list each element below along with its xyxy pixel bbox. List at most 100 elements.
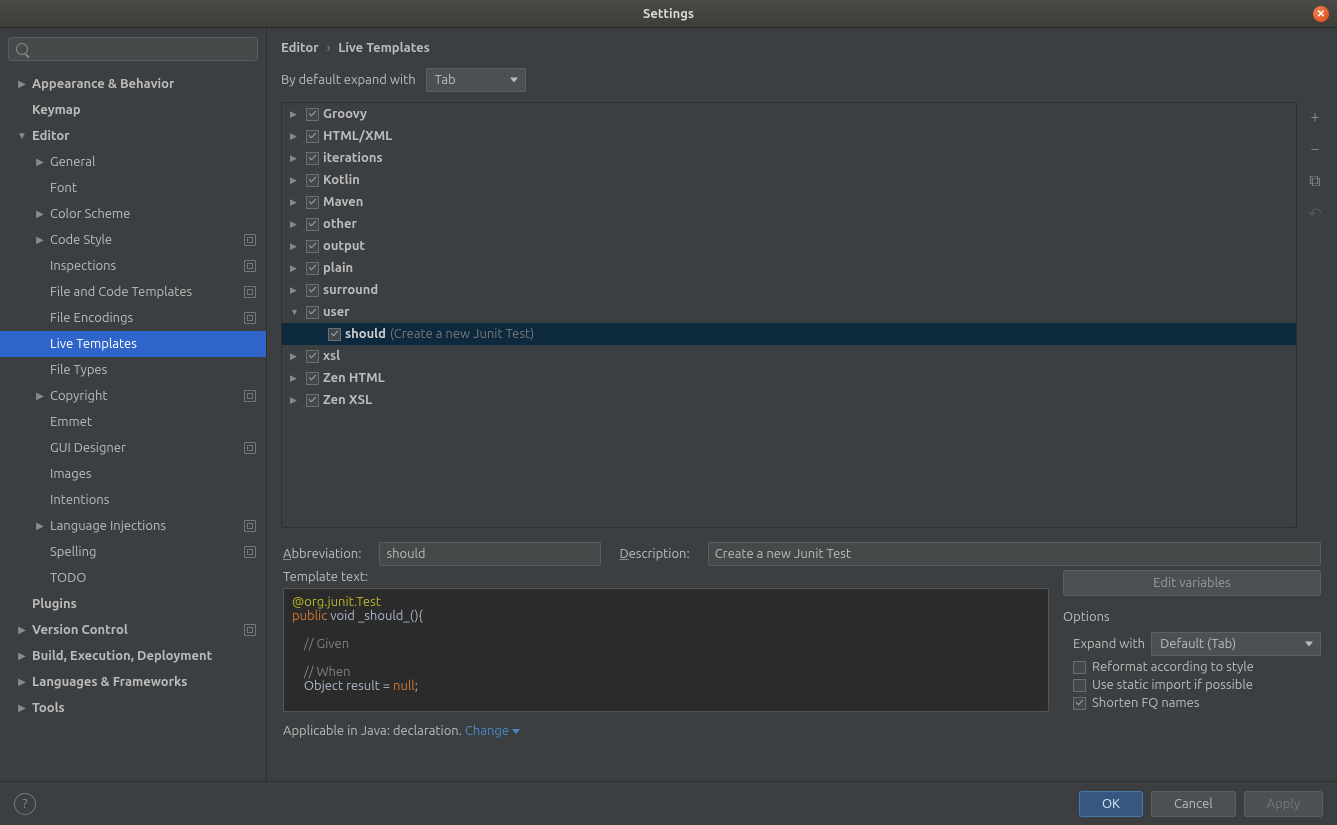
edit-variables-button[interactable]: Edit variables: [1063, 570, 1321, 596]
sidebar-item[interactable]: ▶Code Style: [0, 227, 266, 253]
sidebar-item[interactable]: ▶Plugins: [0, 591, 266, 617]
template-row[interactable]: ▼✓user: [282, 301, 1296, 323]
sidebar-item[interactable]: ▶ General: [0, 149, 266, 175]
close-icon[interactable]: ✕: [1313, 6, 1329, 22]
ok-button[interactable]: OK: [1079, 791, 1143, 817]
template-checkbox[interactable]: ✓: [306, 262, 319, 275]
template-checkbox[interactable]: ✓: [306, 218, 319, 231]
template-row[interactable]: ▶✓surround: [282, 279, 1296, 301]
template-row[interactable]: ▶✓output: [282, 235, 1296, 257]
chevron-icon: ▶: [16, 650, 28, 662]
sidebar-item[interactable]: ▶File Types: [0, 357, 266, 383]
sidebar-item[interactable]: ▶Build, Execution, Deployment: [0, 643, 266, 669]
template-row[interactable]: ▶✓iterations: [282, 147, 1296, 169]
duplicate-icon[interactable]: ⧉: [1306, 172, 1324, 190]
template-label: surround: [323, 283, 378, 297]
sidebar-item[interactable]: ▼Editor: [0, 123, 266, 149]
template-checkbox[interactable]: ✓: [306, 108, 319, 121]
sidebar: ▶ Appearance & Behavior ▶Keymap▼Editor ▶ Gen…: [0, 28, 267, 781]
template-checkbox[interactable]: ✓: [306, 394, 319, 407]
sidebar-item[interactable]: ▶Spelling: [0, 539, 266, 565]
revert-icon[interactable]: ↶: [1306, 204, 1324, 222]
sidebar-item[interactable]: ▶Font: [0, 175, 266, 201]
reformat-row[interactable]: Reformat according to style: [1063, 660, 1321, 674]
sidebar-item[interactable]: ▶Color Scheme: [0, 201, 266, 227]
template-row[interactable]: ▶✓Zen HTML: [282, 367, 1296, 389]
template-checkbox[interactable]: ✓: [306, 240, 319, 253]
template-checkbox[interactable]: ✓: [306, 284, 319, 297]
template-row[interactable]: ✓should (Create a new Junit Test): [282, 323, 1296, 345]
sidebar-item[interactable]: ▶Intentions: [0, 487, 266, 513]
template-row[interactable]: ▶✓Maven: [282, 191, 1296, 213]
sidebar-item[interactable]: ▶Images: [0, 461, 266, 487]
static-import-checkbox[interactable]: [1073, 679, 1086, 692]
sidebar-item[interactable]: ▶Version Control: [0, 617, 266, 643]
template-form: Abbreviation: Description:: [267, 528, 1337, 570]
chevron-icon: ▶: [290, 109, 302, 120]
template-checkbox[interactable]: ✓: [306, 372, 319, 385]
chevron-icon: ▶: [34, 390, 46, 402]
chevron-icon: ▶: [290, 373, 302, 384]
sidebar-item-label: File and Code Templates: [50, 285, 192, 299]
template-row[interactable]: ▶✓Groovy: [282, 103, 1296, 125]
sidebar-item[interactable]: ▶Inspections: [0, 253, 266, 279]
template-label: other: [323, 217, 357, 231]
template-row[interactable]: ▶✓HTML/XML: [282, 125, 1296, 147]
abbrev-input[interactable]: [379, 542, 601, 566]
apply-button[interactable]: Apply: [1244, 791, 1323, 817]
template-checkbox[interactable]: ✓: [306, 350, 319, 363]
expand-with-row: Expand with Default (Tab): [1063, 632, 1321, 656]
search-input[interactable]: [8, 37, 258, 61]
sidebar-item-label: General: [50, 155, 95, 169]
project-scope-icon: [244, 286, 256, 298]
sidebar-item[interactable]: ▶Keymap: [0, 97, 266, 123]
chevron-icon: ▶: [290, 153, 302, 164]
sidebar-item[interactable]: ▶Languages & Frameworks: [0, 669, 266, 695]
settings-tree[interactable]: ▶ Appearance & Behavior ▶Keymap▼Editor ▶ Gen…: [0, 67, 266, 781]
sidebar-item[interactable]: ▶TODO: [0, 565, 266, 591]
cancel-button[interactable]: Cancel: [1151, 791, 1236, 817]
applicable-row: Applicable in Java: declaration. Change: [267, 714, 1337, 748]
template-row[interactable]: ▶✓Kotlin: [282, 169, 1296, 191]
sidebar-item-label: Copyright: [50, 389, 108, 403]
expand-with-combo[interactable]: Default (Tab): [1151, 632, 1321, 656]
sidebar-item[interactable]: ▶ Appearance & Behavior: [0, 71, 266, 97]
template-text-editor[interactable]: @org.junit.Test public void _should_(){ …: [283, 588, 1049, 712]
chevron-icon: ▶: [16, 78, 28, 90]
project-scope-icon: [244, 546, 256, 558]
reformat-checkbox[interactable]: [1073, 661, 1086, 674]
template-checkbox[interactable]: ✓: [306, 196, 319, 209]
template-row[interactable]: ▶✓plain: [282, 257, 1296, 279]
sidebar-item-label: File Types: [50, 363, 107, 377]
template-tree[interactable]: ▶✓Groovy▶✓HTML/XML▶✓iterations▶✓Kotlin▶✓…: [281, 102, 1297, 528]
add-icon[interactable]: +: [1306, 108, 1324, 126]
sidebar-item[interactable]: ▶ Copyright: [0, 383, 266, 409]
sidebar-item[interactable]: ▶Language Injections: [0, 513, 266, 539]
template-checkbox[interactable]: ✓: [306, 152, 319, 165]
template-checkbox[interactable]: ✓: [306, 174, 319, 187]
shorten-fq-checkbox[interactable]: ✓: [1073, 697, 1086, 710]
default-expand-combo[interactable]: Tab: [426, 68, 526, 92]
sidebar-item[interactable]: ▶File and Code Templates: [0, 279, 266, 305]
template-checkbox[interactable]: ✓: [306, 306, 319, 319]
template-row[interactable]: ▶✓Zen XSL: [282, 389, 1296, 411]
chevron-icon: ▶: [290, 131, 302, 142]
sidebar-item-label: Appearance & Behavior: [32, 77, 174, 91]
sidebar-item[interactable]: ▶Tools: [0, 695, 266, 721]
sidebar-item[interactable]: ▶File Encodings: [0, 305, 266, 331]
desc-input[interactable]: [708, 542, 1321, 566]
change-link[interactable]: Change: [465, 724, 520, 738]
applicable-text: Applicable in Java: declaration.: [283, 724, 465, 738]
sidebar-item[interactable]: ▶GUI Designer: [0, 435, 266, 461]
sidebar-item[interactable]: ▶Live Templates: [0, 331, 266, 357]
help-icon[interactable]: ?: [14, 793, 36, 815]
chevron-icon: ▶: [34, 156, 46, 168]
static-import-row[interactable]: Use static import if possible: [1063, 678, 1321, 692]
template-row[interactable]: ▶✓other: [282, 213, 1296, 235]
template-checkbox[interactable]: ✓: [306, 130, 319, 143]
sidebar-item[interactable]: ▶Emmet: [0, 409, 266, 435]
template-row[interactable]: ▶✓xsl: [282, 345, 1296, 367]
shorten-fq-row[interactable]: ✓Shorten FQ names: [1063, 696, 1321, 710]
template-checkbox[interactable]: ✓: [328, 328, 341, 341]
remove-icon[interactable]: −: [1306, 140, 1324, 158]
